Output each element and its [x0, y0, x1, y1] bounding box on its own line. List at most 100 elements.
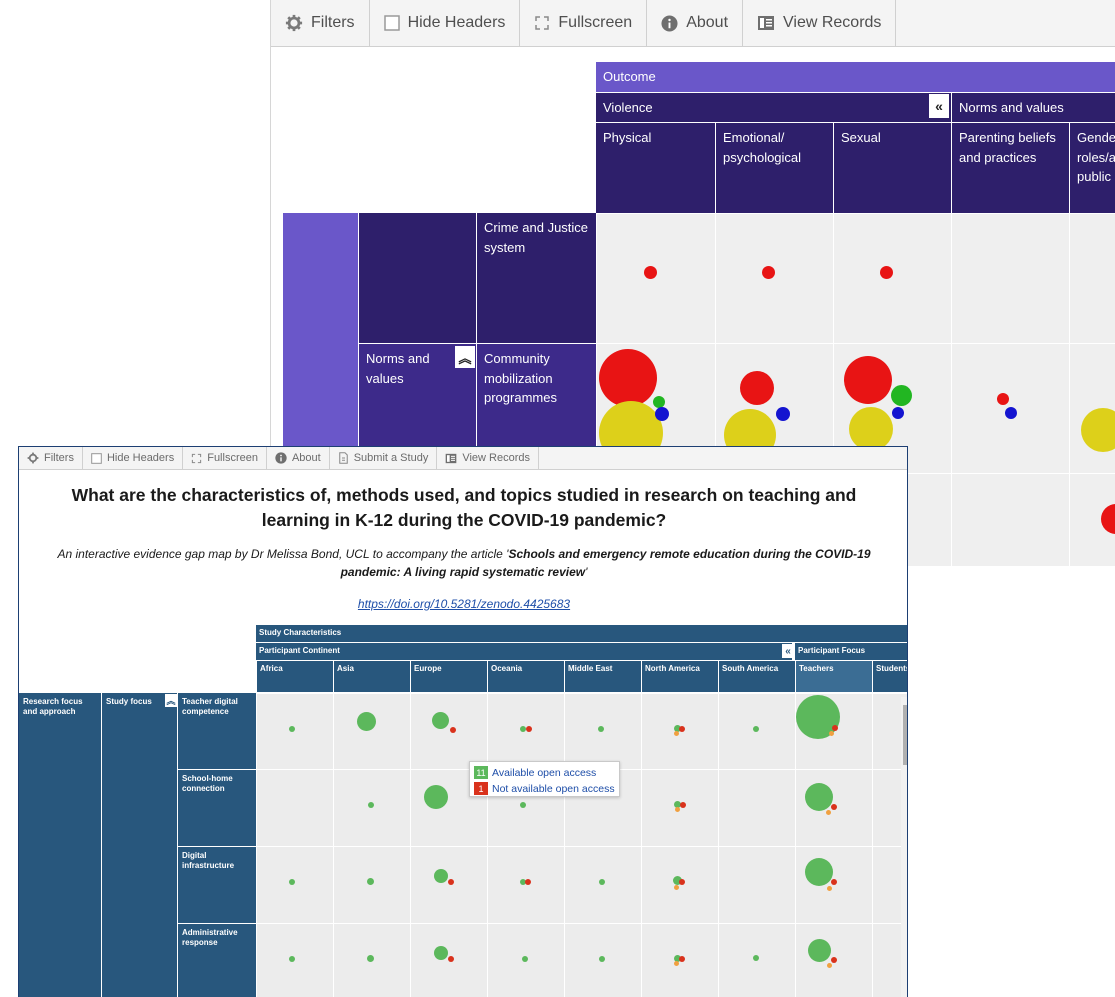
column-header-students[interactable]: Students — [872, 661, 907, 692]
map-cell[interactable] — [718, 769, 795, 846]
bubble-open-access[interactable] — [357, 712, 376, 731]
bubble-open-access[interactable] — [599, 956, 605, 962]
bubble-open-access[interactable] — [289, 956, 295, 962]
bubble-not-open-access[interactable] — [526, 726, 532, 732]
bubble-not-open-access[interactable] — [679, 956, 685, 962]
bubble-red[interactable] — [997, 393, 1009, 405]
row-header-digital-infra[interactable]: Digital infrastructure — [177, 846, 256, 923]
column-header-oceania[interactable]: Oceania — [487, 661, 564, 692]
back-filters-button[interactable]: Filters — [271, 0, 370, 46]
bubble-open-access[interactable] — [599, 879, 605, 885]
bubble-not-open-access[interactable] — [831, 879, 837, 885]
fullscreen-button[interactable]: Fullscreen — [183, 447, 267, 469]
bubble-not-open-access[interactable] — [831, 957, 837, 963]
scrollbar-thumb[interactable] — [903, 705, 907, 765]
collapse-left-icon[interactable]: « — [929, 94, 949, 118]
collapse-up-icon[interactable]: ︽ — [455, 346, 475, 368]
back-about-button[interactable]: About — [647, 0, 744, 46]
bubble-not-open-access[interactable] — [832, 725, 838, 731]
bubble-blue[interactable] — [1005, 407, 1017, 419]
bubble-open-access[interactable] — [808, 939, 831, 962]
column-header-north-america[interactable]: North America — [641, 661, 718, 692]
bubble-other[interactable] — [674, 731, 679, 736]
column-header-south-america[interactable]: South America — [718, 661, 795, 692]
bubble-open-access[interactable] — [805, 858, 833, 886]
map-cell[interactable] — [1069, 473, 1115, 566]
column-header-gender[interactable]: Gender roles/and public — [1069, 122, 1115, 213]
bubble-not-open-access[interactable] — [525, 879, 531, 885]
back-view-records-button[interactable]: View Records — [743, 0, 897, 46]
map-cell[interactable] — [596, 213, 715, 343]
bubble-open-access[interactable] — [368, 802, 374, 808]
view-records-button[interactable]: View Records — [437, 447, 539, 469]
bubble-other[interactable] — [827, 963, 832, 968]
bubble-not-open-access[interactable] — [679, 879, 685, 885]
bubble-open-access[interactable] — [434, 946, 448, 960]
column-header-sexual[interactable]: Sexual — [833, 122, 951, 213]
bubble-yellow[interactable] — [1081, 408, 1115, 452]
bubble-open-access[interactable] — [520, 802, 526, 808]
bubble-not-open-access[interactable] — [448, 879, 454, 885]
bubble-red[interactable] — [762, 266, 775, 279]
map-cell[interactable] — [256, 769, 333, 846]
bubble-red[interactable] — [844, 356, 892, 404]
bubble-red[interactable] — [880, 266, 893, 279]
bubble-not-open-access[interactable] — [680, 802, 686, 808]
row-header-teacher-digital[interactable]: Teacher digital competence — [177, 693, 256, 769]
column-header-teachers[interactable]: Teachers — [795, 661, 872, 692]
bubble-not-open-access[interactable] — [831, 804, 837, 810]
bubble-open-access[interactable] — [805, 783, 833, 811]
bubble-other[interactable] — [675, 807, 680, 812]
column-header-physical[interactable]: Physical — [596, 122, 715, 213]
map-cell[interactable] — [256, 693, 333, 769]
back-fullscreen-button[interactable]: Fullscreen — [520, 0, 648, 46]
bubble-open-access[interactable] — [753, 955, 759, 961]
bubble-other[interactable] — [674, 961, 679, 966]
bubble-open-access[interactable] — [522, 956, 528, 962]
bubble-red[interactable] — [1101, 504, 1115, 534]
bubble-not-open-access[interactable] — [448, 956, 454, 962]
bubble-open-access[interactable] — [598, 726, 604, 732]
bubble-red[interactable] — [740, 371, 774, 405]
bubble-open-access[interactable] — [432, 712, 449, 729]
bubble-red[interactable] — [599, 349, 657, 407]
bubble-blue[interactable] — [776, 407, 790, 421]
column-header-asia[interactable]: Asia — [333, 661, 410, 692]
bubble-not-open-access[interactable] — [679, 726, 685, 732]
doi-link[interactable]: https://doi.org/10.5281/zenodo.4425683 — [19, 597, 907, 611]
bubble-open-access[interactable] — [367, 878, 374, 885]
bubble-open-access[interactable] — [434, 869, 448, 883]
column-header-emotional[interactable]: Emotional/ psychological — [715, 122, 833, 213]
collapse-up-icon[interactable]: ︽ — [165, 694, 177, 707]
map-cell[interactable] — [410, 693, 487, 769]
bubble-other[interactable] — [826, 810, 831, 815]
bubble-red[interactable] — [644, 266, 657, 279]
hide-headers-button[interactable]: Hide Headers — [83, 447, 184, 469]
map-cell[interactable] — [718, 846, 795, 923]
column-header-middle-east[interactable]: Middle East — [564, 661, 641, 692]
column-header-africa[interactable]: Africa — [256, 661, 333, 692]
map-cell[interactable] — [256, 846, 333, 923]
column-header-europe[interactable]: Europe — [410, 661, 487, 692]
bubble-not-open-access[interactable] — [450, 727, 456, 733]
bubble-yellow[interactable] — [849, 407, 893, 451]
bubble-other[interactable] — [829, 731, 834, 736]
map-cell[interactable] — [951, 343, 1069, 473]
bubble-open-access[interactable] — [753, 726, 759, 732]
bubble-open-access[interactable] — [424, 785, 448, 809]
row-header-crime-justice[interactable]: Crime and Justice system — [476, 213, 596, 343]
bubble-open-access[interactable] — [289, 879, 295, 885]
back-hide-headers-button[interactable]: Hide Headers — [370, 0, 521, 46]
map-cell[interactable] — [715, 213, 833, 343]
row-header-school-home[interactable]: School-home connection — [177, 769, 256, 846]
map-cell[interactable] — [487, 693, 564, 769]
map-cell[interactable] — [1069, 343, 1115, 473]
bubble-blue[interactable] — [655, 407, 669, 421]
bubble-open-access[interactable] — [289, 726, 295, 732]
map-cell[interactable] — [833, 213, 951, 343]
map-cell[interactable] — [1069, 213, 1115, 343]
bubble-other[interactable] — [674, 885, 679, 890]
row-header-admin-response[interactable]: Administrative response — [177, 923, 256, 997]
map-cell[interactable] — [951, 473, 1069, 566]
filters-button[interactable]: Filters — [19, 447, 83, 469]
